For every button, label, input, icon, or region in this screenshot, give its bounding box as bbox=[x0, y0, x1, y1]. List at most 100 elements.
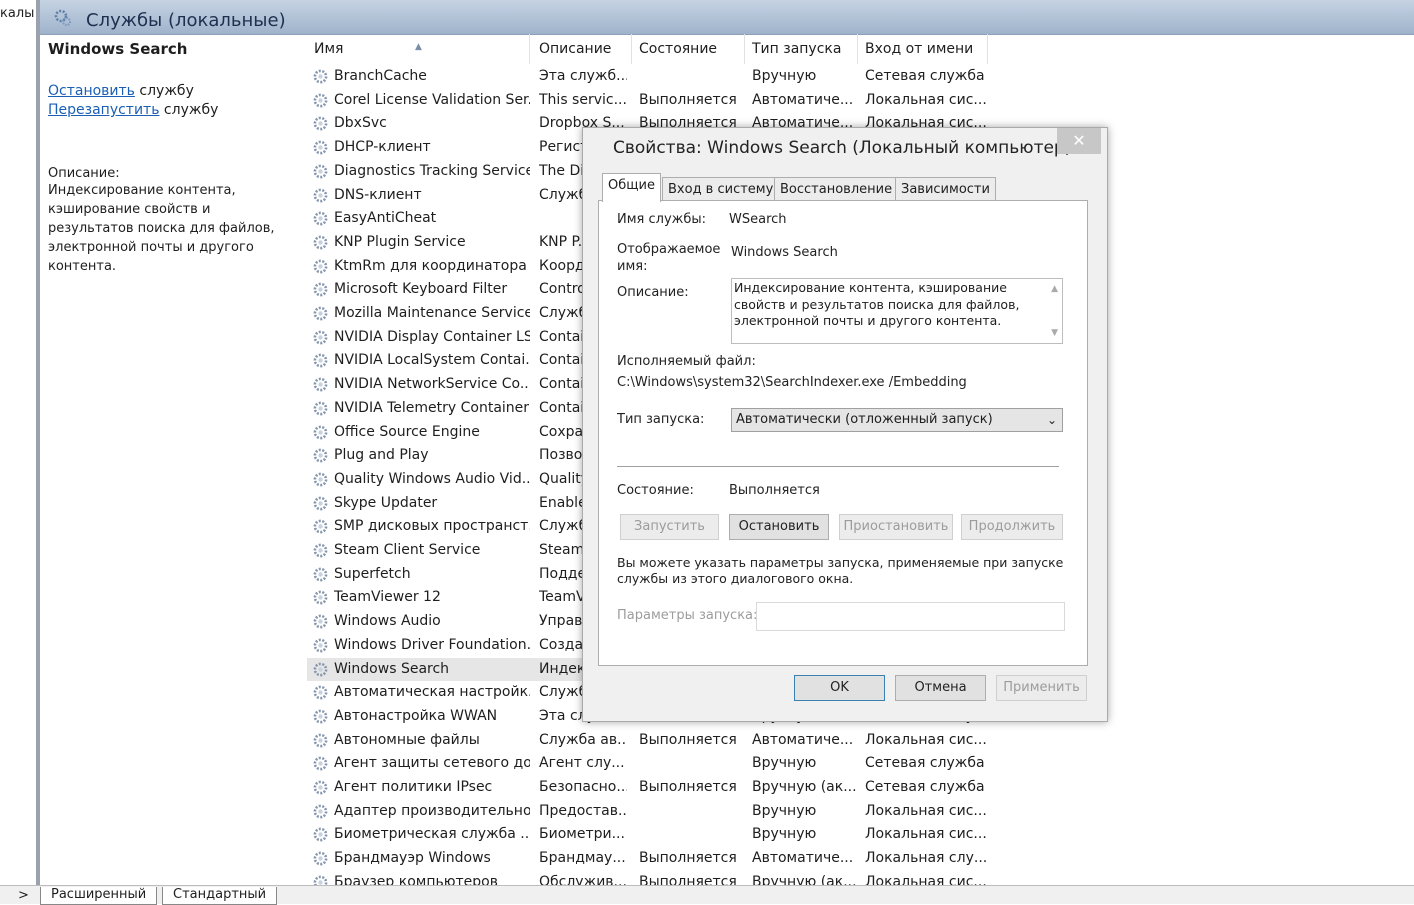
column-header-name[interactable]: Имя ▲ bbox=[307, 34, 530, 64]
restart-service-link[interactable]: Перезапустить bbox=[48, 102, 159, 118]
description-field[interactable]: Индексирование контента, кэширование сво… bbox=[731, 278, 1063, 344]
cell-state bbox=[639, 752, 745, 775]
cell-logon: Локальная сис... bbox=[865, 826, 987, 843]
service-gear-icon bbox=[312, 305, 329, 322]
service-gear-icon bbox=[312, 518, 329, 535]
tab-general[interactable]: Общие bbox=[602, 173, 661, 202]
resume-button[interactable]: Продолжить bbox=[961, 514, 1063, 540]
table-row[interactable]: Агент политики IPsec Безопасно... Выполняе… bbox=[307, 776, 1027, 799]
cell-name: Corel License Validation Ser... bbox=[334, 91, 530, 108]
divider bbox=[617, 466, 1059, 467]
cell-state: Выполняется bbox=[639, 91, 737, 108]
cell-name: EasyAntiCheat bbox=[334, 210, 437, 227]
column-header-logon[interactable]: Вход от имени bbox=[858, 34, 988, 64]
cell-logon: Сетевая служба bbox=[865, 68, 985, 84]
params-label: Параметры запуска: bbox=[617, 608, 758, 623]
stop-action: Остановить службу bbox=[48, 82, 298, 101]
cell-state: Выполняется bbox=[639, 850, 737, 867]
apply-button[interactable]: Применить bbox=[996, 675, 1087, 701]
service-gear-icon bbox=[312, 589, 329, 606]
cell-name: Автонастройка WWAN bbox=[334, 707, 498, 724]
tab-logon[interactable]: Вход в систему bbox=[662, 177, 780, 201]
pause-button[interactable]: Приостановить bbox=[839, 514, 953, 540]
status-label: Состояние: bbox=[617, 483, 694, 498]
service-gear-icon bbox=[312, 352, 329, 369]
start-button[interactable]: Запустить bbox=[620, 514, 719, 540]
cell-name: NVIDIA Telemetry Container bbox=[334, 399, 530, 416]
scroll-down-icon[interactable]: ▼ bbox=[1051, 325, 1058, 342]
service-gear-icon bbox=[312, 779, 329, 796]
cell-name: NVIDIA NetworkService Co... bbox=[334, 376, 530, 393]
service-gear-icon bbox=[312, 329, 329, 346]
cell-state bbox=[639, 823, 745, 846]
stop-button[interactable]: Остановить bbox=[729, 514, 829, 540]
properties-dialog: Свойства: Windows Search (Локальный комп… bbox=[582, 127, 1108, 722]
service-gear-icon bbox=[312, 68, 329, 85]
cell-name: NVIDIA Display Container LS bbox=[334, 328, 530, 345]
column-header-state[interactable]: Состояние bbox=[632, 34, 745, 64]
service-gear-icon bbox=[312, 542, 329, 559]
cell-name: Skype Updater bbox=[334, 494, 438, 511]
tab-recovery[interactable]: Восстановление bbox=[774, 177, 899, 201]
scroll-up-icon[interactable]: ▲ bbox=[1051, 281, 1058, 298]
params-input[interactable] bbox=[756, 602, 1065, 631]
services-gear-icon bbox=[54, 9, 71, 26]
tab-standard[interactable]: Стандартный bbox=[162, 887, 278, 905]
cell-logon: Локальная слу... bbox=[865, 850, 987, 867]
tab-extended[interactable]: Расширенный bbox=[40, 887, 158, 905]
cell-name: TeamViewer 12 bbox=[334, 589, 441, 606]
cell-name: Diagnostics Tracking Service bbox=[334, 162, 530, 179]
close-icon[interactable]: ✕ bbox=[1057, 128, 1101, 154]
splitter[interactable] bbox=[36, 0, 40, 885]
left-tree-pane: калы bbox=[0, 0, 37, 885]
column-header-startup[interactable]: Тип запуска bbox=[745, 34, 858, 64]
column-header-description[interactable]: Описание bbox=[532, 34, 632, 64]
service-gear-icon bbox=[312, 376, 329, 393]
cell-startup: Вручную bbox=[752, 826, 817, 843]
service-gear-icon bbox=[312, 732, 329, 749]
cell-startup: Вручную bbox=[752, 68, 817, 84]
exe-label: Исполняемый файл: bbox=[617, 354, 756, 369]
cell-name: Office Source Engine bbox=[334, 423, 480, 440]
stop-service-link[interactable]: Остановить bbox=[48, 83, 135, 99]
cell-name: Адаптер производительно... bbox=[334, 802, 530, 819]
tab-dependencies[interactable]: Зависимости bbox=[895, 177, 996, 201]
stop-suffix: службу bbox=[134, 83, 194, 99]
cell-name: KtmRm для координатора ... bbox=[334, 257, 530, 274]
column-headers: Имя ▲ Описание Состояние Тип запуска Вхо… bbox=[307, 34, 1414, 64]
dialog-title: Свойства: Windows Search (Локальный комп… bbox=[613, 138, 1072, 158]
cancel-button[interactable]: Отмена bbox=[895, 675, 986, 701]
expand-caret-icon[interactable]: > bbox=[18, 888, 29, 903]
service-gear-icon bbox=[312, 92, 329, 109]
service-gear-icon bbox=[312, 258, 329, 275]
service-gear-icon bbox=[312, 495, 329, 512]
table-row[interactable]: Автономные файлы Служба ав... Выполняется А… bbox=[307, 729, 1027, 752]
cell-name: Plug and Play bbox=[334, 447, 429, 464]
service-gear-icon bbox=[312, 234, 329, 251]
table-row[interactable]: Адаптер производительно... Предостав... Вр… bbox=[307, 800, 1027, 823]
cell-desc: Эта служб... bbox=[539, 68, 627, 84]
general-tab-page: Имя службы: WSearch Отображаемое имя: Wi… bbox=[598, 200, 1088, 666]
table-row[interactable]: Агент защиты сетевого до... Агент слу... В… bbox=[307, 752, 1027, 775]
table-row[interactable]: Биометрическая служба ... Биометри... Вруч… bbox=[307, 823, 1027, 846]
description-text: Индексирование контента, кэширование сво… bbox=[48, 183, 275, 274]
cell-logon: Локальная сис... bbox=[865, 91, 987, 108]
cell-startup: Вручную bbox=[752, 802, 817, 819]
description-field-label: Описание: bbox=[617, 285, 689, 300]
service-gear-icon bbox=[312, 400, 329, 417]
table-row[interactable]: Corel License Validation Ser... This serv… bbox=[307, 89, 1027, 112]
service-gear-icon bbox=[312, 826, 329, 843]
startup-type-select[interactable]: Автоматически (отложенный запуск) ⌄ bbox=[731, 408, 1063, 432]
display-name-value[interactable]: Windows Search bbox=[731, 245, 838, 260]
cell-name: DNS-клиент bbox=[334, 186, 422, 203]
table-row[interactable]: Брандмауэр Windows Брандмау... Выполняется… bbox=[307, 847, 1027, 870]
cell-state: Выполняется bbox=[639, 731, 737, 748]
ok-button[interactable]: OK bbox=[794, 675, 885, 701]
left-tree-label: калы bbox=[0, 6, 35, 21]
service-gear-icon bbox=[312, 139, 329, 156]
cell-name: Биометрическая служба ... bbox=[334, 826, 530, 843]
service-gear-icon bbox=[312, 850, 329, 867]
table-row[interactable]: BranchCache Эта служб... Вручную Сетевая сл… bbox=[307, 65, 1027, 88]
cell-state: Выполняется bbox=[639, 779, 737, 795]
cell-name: Superfetch bbox=[334, 565, 411, 582]
